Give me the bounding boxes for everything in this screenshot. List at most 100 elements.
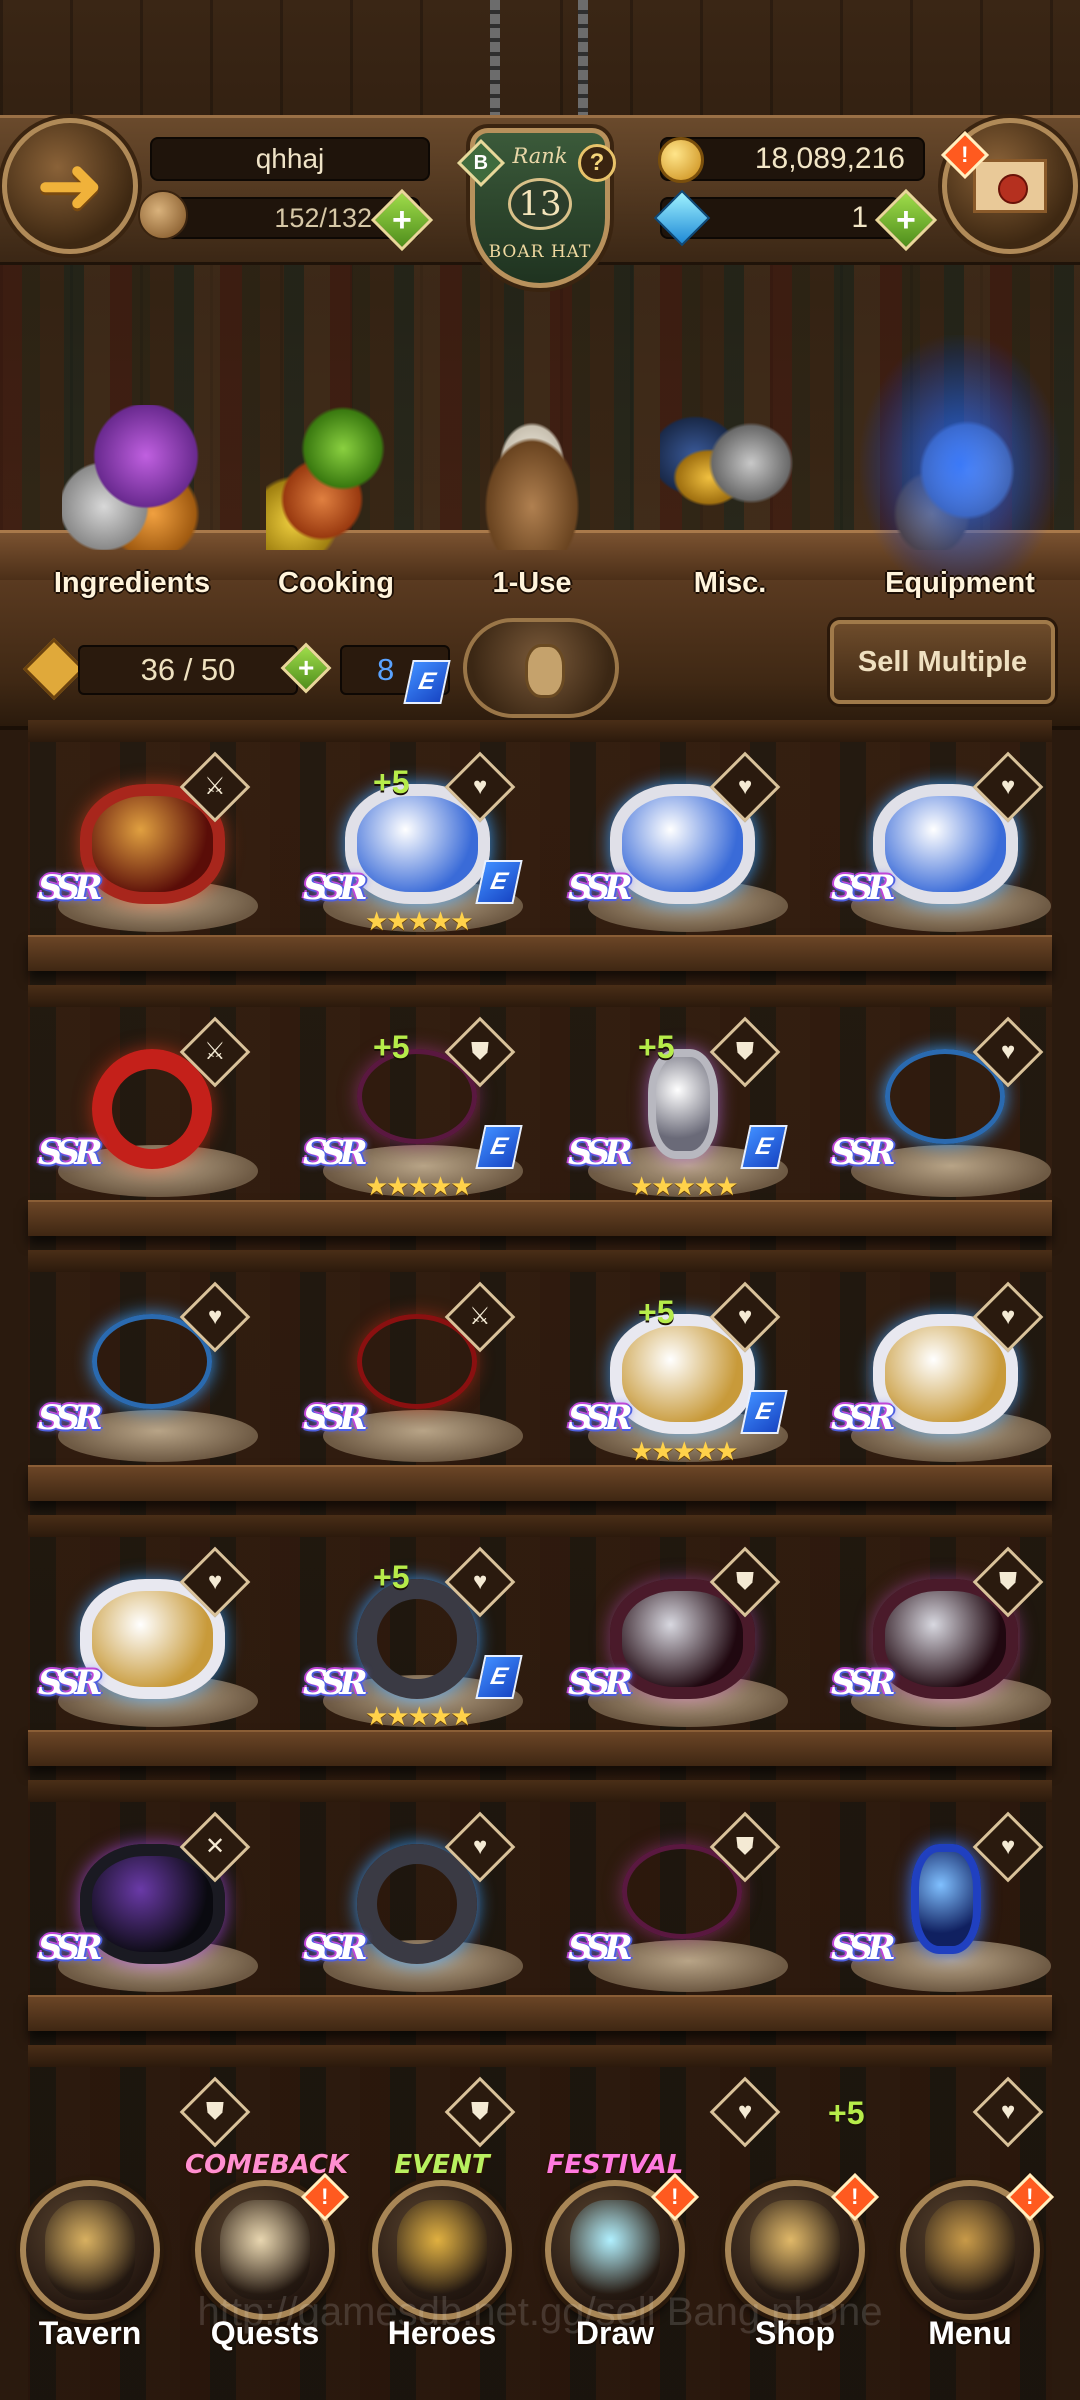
inventory-item[interactable]: SSR ⚔ bbox=[295, 1280, 535, 1480]
rarity-badge: SSR bbox=[303, 1133, 368, 1173]
shelf-top-board bbox=[28, 1250, 1052, 1272]
tavern-pig-icon bbox=[45, 2200, 135, 2300]
tab-equipment[interactable]: Equipment bbox=[860, 335, 1060, 600]
back-arrow-icon: ➜ bbox=[35, 140, 105, 231]
star-rating: ★★★★★ bbox=[365, 906, 474, 936]
tab-label: Misc. bbox=[693, 567, 767, 599]
rarity-badge: SSR bbox=[568, 868, 633, 908]
rarity-badge: SSR bbox=[38, 1928, 103, 1968]
cooking-icon bbox=[266, 405, 406, 550]
back-button[interactable]: ➜ bbox=[2, 118, 138, 254]
menu-gear-icon bbox=[925, 2200, 1015, 2300]
misc-trophy-icon bbox=[660, 405, 800, 550]
inventory-item[interactable]: SSR ⛊ bbox=[823, 1545, 1063, 1745]
rarity-badge: SSR bbox=[568, 1398, 633, 1438]
rarity-badge: SSR bbox=[38, 1398, 103, 1438]
inventory-item[interactable]: SSR ⛊ bbox=[560, 1810, 800, 2010]
rarity-badge: SSR bbox=[303, 1663, 368, 1703]
inventory-item[interactable]: SSR ♥ bbox=[30, 1280, 270, 1480]
player-name: qhhaj bbox=[150, 137, 430, 181]
stamina-icon bbox=[138, 190, 188, 240]
rank-badge[interactable]: Rank 13 BOAR HAT bbox=[440, 120, 640, 300]
inventory-item[interactable]: SSR ⛊ +5 ★★★★★ E bbox=[560, 1015, 800, 1215]
hero-helmet-icon bbox=[397, 2200, 487, 2300]
tab-cooking[interactable]: Cooking bbox=[236, 395, 436, 600]
inventory-item[interactable]: SSR ♥ +5 ★★★★★ E bbox=[295, 1545, 535, 1745]
enhance-level: +5 bbox=[638, 1294, 675, 1330]
chain-left bbox=[490, 0, 500, 120]
inventory-item[interactable]: SSR ♥ bbox=[823, 1015, 1063, 1215]
rarity-badge: SSR bbox=[831, 1133, 896, 1173]
rarity-badge: SSR bbox=[38, 868, 103, 908]
rarity-badge: SSR bbox=[568, 1928, 633, 1968]
one-use-bag-icon bbox=[462, 405, 602, 550]
rarity-badge: SSR bbox=[38, 1133, 103, 1173]
rarity-badge: SSR bbox=[568, 1133, 633, 1173]
rarity-badge: SSR bbox=[303, 868, 368, 908]
filter-knob-button[interactable] bbox=[463, 618, 619, 718]
inventory-item[interactable]: SSR ♥ bbox=[560, 750, 800, 950]
equipment-armor-icon bbox=[860, 335, 1060, 595]
star-rating: ★★★★★ bbox=[630, 1436, 739, 1466]
inventory-item[interactable]: SSR ♥ bbox=[823, 1280, 1063, 1480]
inventory-item[interactable]: SSR ♥ bbox=[823, 1810, 1063, 2010]
nav-event-banner: EVENT bbox=[394, 2150, 490, 2180]
quest-scroll-icon bbox=[220, 2200, 310, 2300]
ingredients-icon bbox=[62, 405, 202, 550]
inventory-item[interactable]: SSR ♥ bbox=[30, 1545, 270, 1745]
shelf-top-board bbox=[28, 1780, 1052, 1802]
watermark-text: http://gamesdb.net.gg/sell Bang.phone bbox=[197, 2290, 883, 2334]
bottom-nav: Tavern COMEBACK Quests! EVENT Heroes FESTIVAL… bbox=[0, 2130, 1080, 2400]
enhance-level: +5 bbox=[373, 1559, 410, 1595]
rank-number: 13 bbox=[508, 178, 572, 230]
inventory-item[interactable]: SSR ♥ bbox=[295, 1810, 535, 2010]
rarity-badge: SSR bbox=[303, 1928, 368, 1968]
nav-draw[interactable]: FESTIVAL Draw! bbox=[530, 2150, 700, 2390]
enhance-level: +5 bbox=[638, 1029, 675, 1065]
inventory-item[interactable]: SSR ♥ bbox=[823, 750, 1063, 950]
nav-heroes[interactable]: EVENT Heroes bbox=[357, 2150, 527, 2390]
shelf-top-board bbox=[28, 985, 1052, 1007]
shield-lock-icon[interactable]: ⛊ bbox=[709, 1016, 781, 1088]
inventory-item[interactable]: SSR ✕ bbox=[30, 1810, 270, 2010]
help-button[interactable]: ? bbox=[578, 144, 616, 182]
shelf-top-board bbox=[28, 720, 1052, 742]
tab-label: Ingredients bbox=[53, 567, 211, 599]
envelope-icon bbox=[973, 159, 1047, 213]
shelf-top-board bbox=[28, 1515, 1052, 1537]
rarity-badge: SSR bbox=[303, 1398, 368, 1438]
star-rating: ★★★★★ bbox=[365, 1701, 474, 1731]
inventory-item[interactable]: SSR ♥ +5 ★★★★★ E bbox=[560, 1280, 800, 1480]
rarity-badge: SSR bbox=[831, 1663, 896, 1703]
enhance-level: +5 bbox=[373, 1029, 410, 1065]
gold-coin-icon bbox=[658, 137, 704, 183]
heart-lock-icon[interactable]: ♥ bbox=[972, 1811, 1044, 1883]
rarity-badge: SSR bbox=[831, 1398, 896, 1438]
tab-ingredients[interactable]: Ingredients bbox=[32, 395, 232, 600]
rarity-badge: SSR bbox=[831, 868, 896, 908]
nav-quests[interactable]: COMEBACK Quests! bbox=[180, 2150, 350, 2390]
inventory-item[interactable]: SSR ⛊ +5 ★★★★★ E bbox=[295, 1015, 535, 1215]
rank-title: BOAR HAT bbox=[488, 242, 592, 262]
tab-label: Cooking bbox=[278, 567, 394, 599]
chain-right bbox=[578, 0, 588, 120]
inventory-item[interactable]: SSR ⚔ bbox=[30, 750, 270, 950]
star-rating: ★★★★★ bbox=[630, 1171, 739, 1201]
tab-misc[interactable]: Misc. bbox=[630, 395, 830, 600]
inventory-item[interactable]: SSR ♥ +5 ★★★★★ E bbox=[295, 750, 535, 950]
enhance-level: +5 bbox=[373, 764, 410, 800]
inventory-item[interactable]: SSR ⛊ bbox=[560, 1545, 800, 1745]
nav-shop[interactable]: Shop! bbox=[710, 2150, 880, 2390]
sell-multiple-button[interactable]: Sell Multiple bbox=[830, 620, 1055, 704]
tab-1-use[interactable]: 1-Use bbox=[432, 395, 632, 600]
nav-tavern[interactable]: Tavern bbox=[5, 2150, 175, 2390]
inventory-item[interactable]: SSR ⚔ bbox=[30, 1015, 270, 1215]
rarity-badge: SSR bbox=[831, 1928, 896, 1968]
star-rating: ★★★★★ bbox=[365, 1171, 474, 1201]
rarity-badge: SSR bbox=[38, 1663, 103, 1703]
nav-menu[interactable]: Menu! bbox=[885, 2150, 1055, 2390]
earring-icon bbox=[911, 1844, 981, 1954]
inventory-count: 36 / 50 bbox=[78, 645, 298, 695]
enhance-level: +5 bbox=[828, 2095, 865, 2131]
rarity-badge: SSR bbox=[568, 1663, 633, 1703]
